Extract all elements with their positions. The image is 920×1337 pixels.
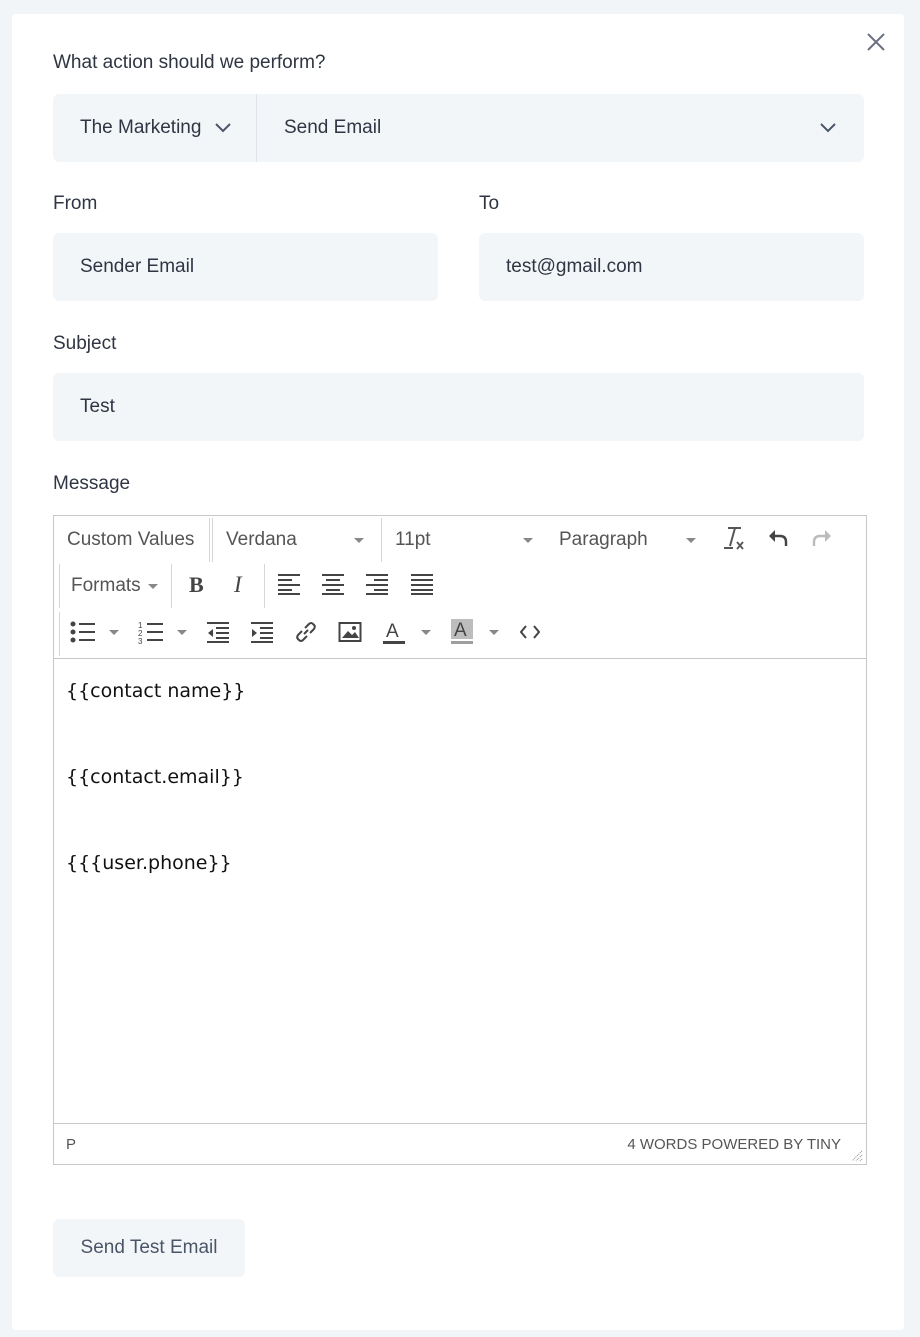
redo-icon[interactable] bbox=[808, 524, 836, 552]
from-field-value: Sender Email bbox=[80, 256, 195, 277]
align-center-icon[interactable] bbox=[319, 570, 347, 598]
font-size-dropdown[interactable]: 11pt bbox=[395, 528, 545, 552]
source-code-icon[interactable] bbox=[516, 618, 544, 646]
align-left-icon[interactable] bbox=[275, 570, 303, 598]
caret-down-icon[interactable] bbox=[421, 630, 431, 635]
rich-text-editor: Custom Values Verdana 11pt Paragraph For… bbox=[53, 515, 867, 1165]
toolbar-separator bbox=[264, 564, 265, 608]
to-field-value: test@gmail.com bbox=[506, 256, 643, 277]
svg-text:A: A bbox=[386, 621, 399, 642]
svg-text:I: I bbox=[233, 572, 243, 596]
bold-icon[interactable]: B bbox=[182, 570, 210, 598]
text-color-icon[interactable]: A bbox=[380, 618, 408, 646]
editor-content[interactable]: {{contact name}} {{contact.email}} {{{us… bbox=[54, 659, 866, 1123]
caret-down-icon bbox=[686, 538, 696, 543]
custom-values-dropdown[interactable]: Custom Values bbox=[67, 528, 194, 552]
to-label: To bbox=[479, 193, 500, 214]
font-family-dropdown[interactable]: Verdana bbox=[226, 528, 376, 552]
word-count-branding: 4 WORDS POWERED BY TINY bbox=[627, 1136, 841, 1153]
formats-dropdown[interactable]: Formats bbox=[71, 574, 161, 598]
toolbar-separator bbox=[212, 518, 213, 562]
action-question: What action should we perform? bbox=[53, 52, 326, 73]
svg-text:A: A bbox=[454, 620, 467, 641]
app-select[interactable]: The Marketing bbox=[53, 94, 256, 162]
message-label: Message bbox=[53, 473, 131, 494]
resize-handle-icon[interactable] bbox=[851, 1150, 863, 1162]
svg-text:3: 3 bbox=[138, 637, 143, 644]
send-test-email-button[interactable]: Send Test Email bbox=[53, 1219, 245, 1277]
font-family-label: Verdana bbox=[226, 529, 297, 550]
action-select-group: The Marketing Send Email bbox=[53, 94, 864, 162]
toolbar-separator bbox=[381, 518, 382, 562]
subject-field-value: Test bbox=[80, 396, 115, 417]
undo-icon[interactable] bbox=[764, 524, 792, 552]
content-line: {{contact.email}} bbox=[66, 766, 244, 788]
outdent-icon[interactable] bbox=[204, 618, 232, 646]
editor-toolbar: Custom Values Verdana 11pt Paragraph For… bbox=[54, 516, 866, 659]
formats-label: Formats bbox=[71, 575, 141, 596]
action-select-value: Send Email bbox=[284, 117, 382, 138]
background-color-icon[interactable]: A bbox=[448, 618, 476, 646]
font-size-label: 11pt bbox=[395, 529, 431, 550]
numbered-list-icon[interactable]: 123 bbox=[137, 618, 165, 646]
caret-down-icon bbox=[523, 538, 533, 543]
caret-down-icon[interactable] bbox=[177, 630, 187, 635]
block-format-dropdown[interactable]: Paragraph bbox=[559, 528, 709, 552]
toolbar-separator bbox=[59, 612, 60, 656]
caret-down-icon bbox=[148, 584, 158, 589]
block-format-label: Paragraph bbox=[559, 529, 648, 550]
action-select[interactable]: Send Email bbox=[257, 94, 864, 162]
subject-label: Subject bbox=[53, 333, 117, 354]
subject-field[interactable]: Test bbox=[53, 373, 864, 441]
from-label: From bbox=[53, 193, 98, 214]
caret-down-icon bbox=[354, 538, 364, 543]
caret-down-icon[interactable] bbox=[489, 630, 499, 635]
to-field[interactable]: test@gmail.com bbox=[479, 233, 864, 301]
element-path[interactable]: P bbox=[66, 1136, 76, 1153]
editor-statusbar: P 4 WORDS POWERED BY TINY bbox=[54, 1123, 866, 1165]
from-field[interactable]: Sender Email bbox=[53, 233, 438, 301]
app-select-value: The Marketing bbox=[80, 117, 202, 138]
svg-text:B: B bbox=[189, 572, 204, 596]
content-line: {{contact name}} bbox=[66, 680, 246, 702]
close-icon[interactable] bbox=[862, 28, 890, 56]
toolbar-separator bbox=[59, 564, 60, 608]
toolbar-separator bbox=[171, 564, 172, 608]
caret-down-icon[interactable] bbox=[109, 630, 119, 635]
indent-icon[interactable] bbox=[248, 618, 276, 646]
bullet-list-icon[interactable] bbox=[69, 618, 97, 646]
link-icon[interactable] bbox=[292, 618, 320, 646]
toolbar-separator bbox=[209, 518, 210, 562]
chevron-down-icon bbox=[820, 123, 836, 133]
align-justify-icon[interactable] bbox=[408, 570, 436, 598]
chevron-down-icon bbox=[215, 123, 231, 133]
align-right-icon[interactable] bbox=[363, 570, 391, 598]
italic-icon[interactable]: I bbox=[226, 570, 254, 598]
image-icon[interactable] bbox=[336, 618, 364, 646]
content-line: {{{user.phone}} bbox=[66, 852, 232, 874]
clear-formatting-icon[interactable] bbox=[720, 524, 748, 552]
custom-values-label: Custom Values bbox=[67, 529, 195, 550]
